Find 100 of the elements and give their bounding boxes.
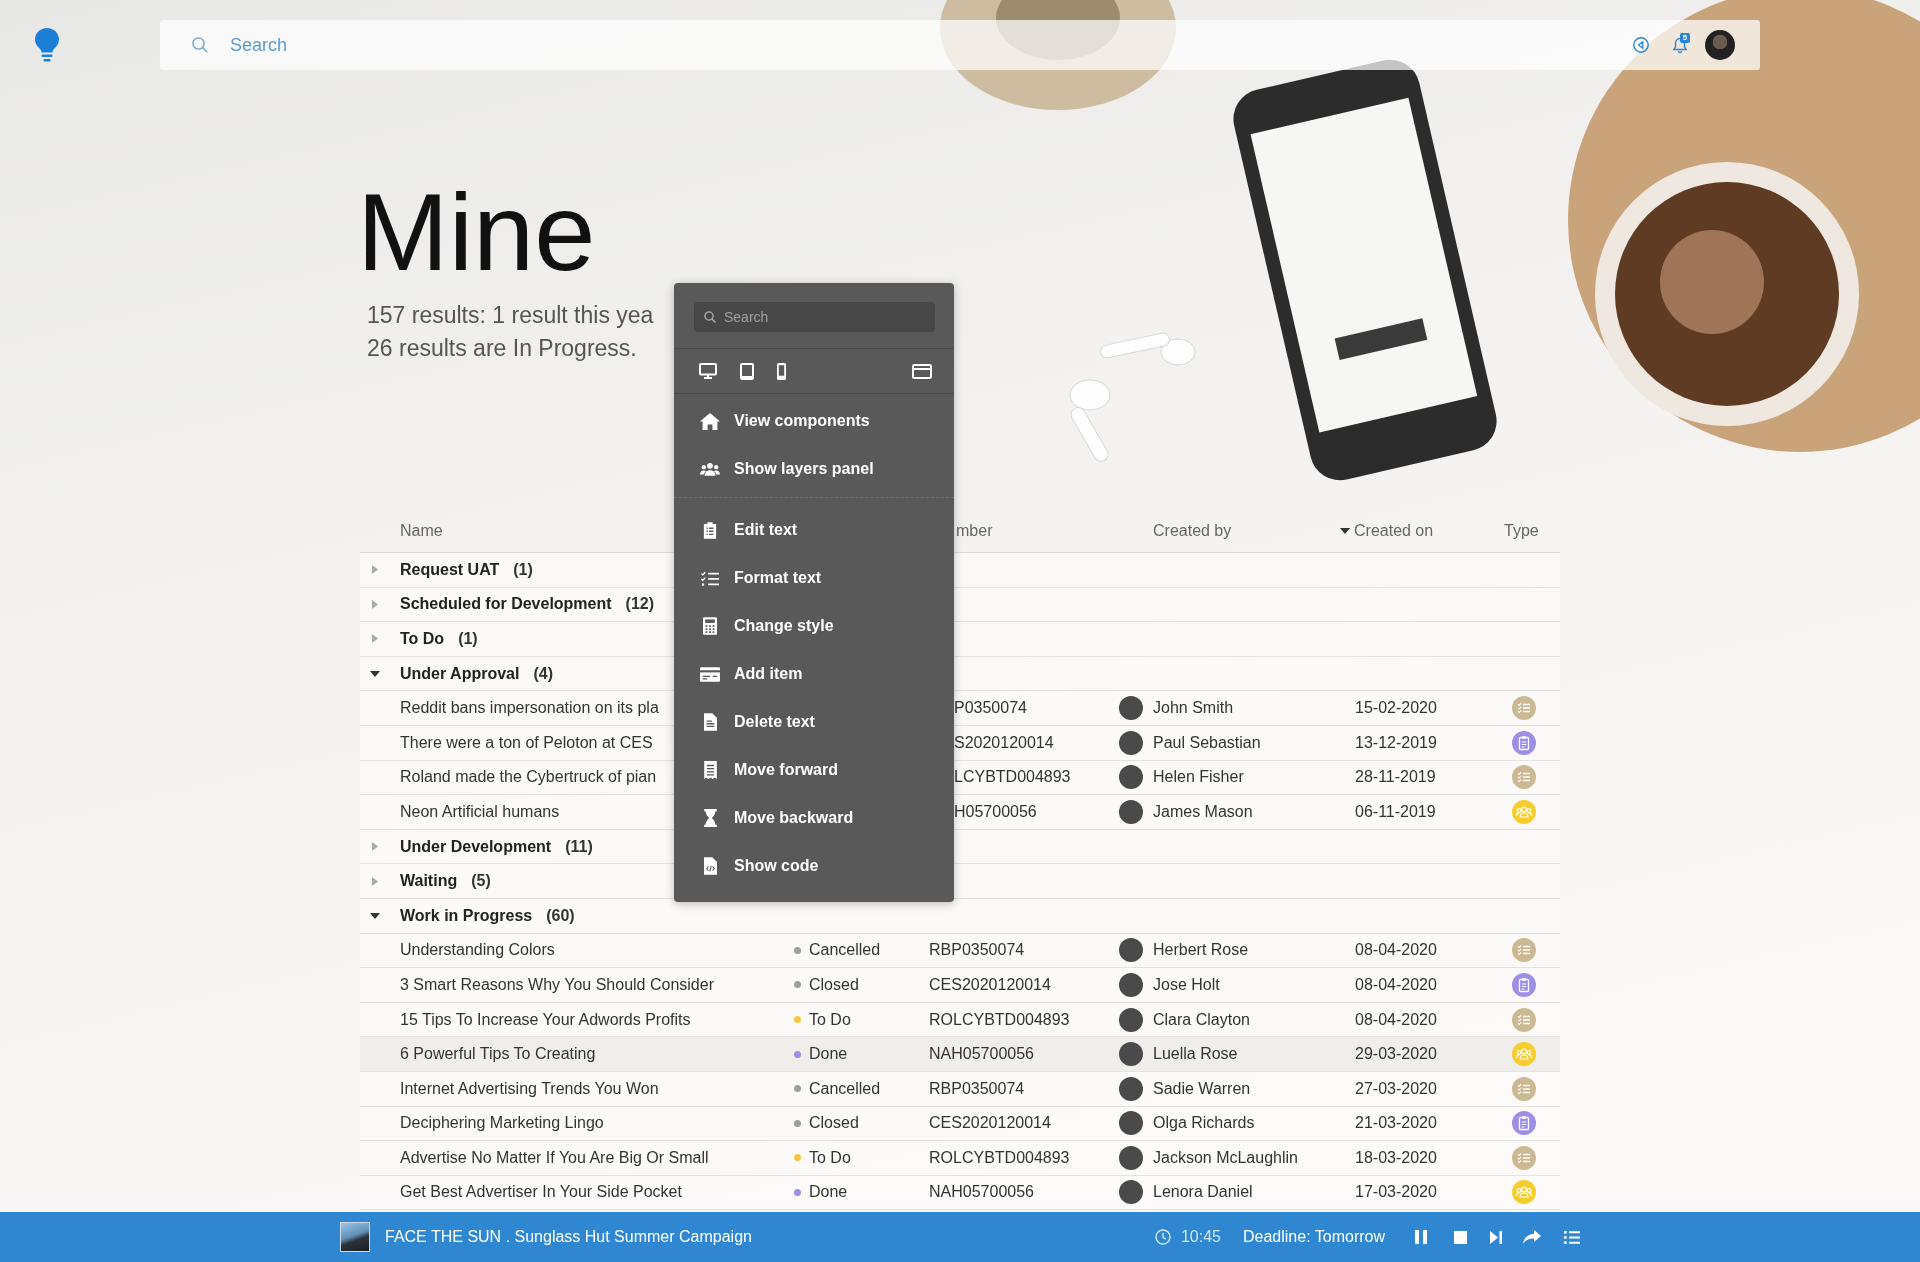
avatar	[1119, 1111, 1143, 1136]
search-field[interactable]: Search	[694, 302, 935, 332]
group-label: Scheduled for Development	[400, 595, 612, 614]
created-date: 29-03-2020	[1355, 1045, 1437, 1064]
user-avatar[interactable]	[1705, 30, 1735, 60]
table-row[interactable]: Deciphering Marketing Lingo Closed CES2020120014 Olga Richards 21-03-2020	[360, 1106, 1560, 1142]
task-title: Deciphering Marketing Lingo	[400, 1114, 604, 1133]
creator-name: Paul Sebastian	[1153, 733, 1261, 752]
monitor-icon[interactable]	[699, 363, 717, 379]
code-file-icon	[703, 857, 717, 875]
tablet-icon[interactable]	[740, 362, 754, 380]
caret-right-icon[interactable]	[372, 634, 378, 644]
status-label: Closed	[809, 975, 859, 994]
avatar	[1119, 938, 1143, 963]
pause-icon[interactable]	[1415, 1230, 1427, 1244]
caret-down-icon[interactable]	[370, 670, 380, 677]
creator-name: Jose Holt	[1153, 975, 1220, 994]
caret-right-icon[interactable]	[372, 599, 378, 609]
skip-next-icon[interactable]	[1490, 1230, 1502, 1244]
window-icon[interactable]	[912, 363, 932, 379]
phone-icon[interactable]	[777, 362, 786, 380]
caret-right-icon[interactable]	[372, 565, 378, 575]
task-number: H05700056	[954, 802, 1037, 821]
creator-name: Luella Rose	[1153, 1045, 1238, 1064]
table-row[interactable]: Internet Advertising Trends You Won Cancelled RBP0350074 Sadie Warren 27-03-2020	[360, 1071, 1560, 1107]
task-title: Neon Artificial humans	[400, 802, 560, 821]
task-number: ROLCYBTD004893	[929, 1148, 1070, 1167]
column-header[interactable]: Created by	[1153, 521, 1232, 540]
search-icon	[192, 37, 208, 53]
creator-name: James Mason	[1153, 802, 1253, 821]
status-label: Closed	[809, 1114, 859, 1133]
caret-right-icon[interactable]	[372, 842, 378, 852]
avatar	[1119, 696, 1143, 721]
task-number: RBP0350074	[929, 1079, 1025, 1098]
bell-icon[interactable]	[1672, 36, 1688, 54]
caret-right-icon[interactable]	[372, 876, 378, 886]
status-label: To Do	[809, 1010, 851, 1029]
task-title: Reddit bans impersonation on its pla	[400, 699, 659, 718]
creator-name: Olga Richards	[1153, 1114, 1255, 1133]
avatar	[1119, 1076, 1143, 1101]
created-date: 15-02-2020	[1355, 699, 1437, 718]
page-title: Mine	[357, 177, 596, 287]
created-date: 27-03-2020	[1355, 1079, 1437, 1098]
task-number: NAH05700056	[929, 1183, 1034, 1202]
created-date: 13-12-2019	[1355, 733, 1437, 752]
task-title: Roland made the Cybertruck of pian	[400, 768, 657, 787]
table-row[interactable]: Get Best Advertiser In Your Side Pocket Done NAH05700056 Lenora Daniel 17-03-2020	[360, 1175, 1560, 1211]
menu-item[interactable]: Show layers panel	[674, 445, 954, 493]
group-count: (11)	[565, 837, 593, 856]
status-label: Cancelled	[809, 941, 881, 960]
created-date: 28-11-2019	[1355, 768, 1436, 787]
group-label: Work in Progress	[400, 906, 533, 925]
light-bulb-logo-icon[interactable]	[35, 28, 59, 62]
column-header[interactable]: Created on	[1340, 521, 1434, 540]
caret-down-icon[interactable]	[370, 912, 380, 919]
group-count: (4)	[533, 664, 553, 683]
group-label: To Do	[400, 630, 445, 648]
status-label: To Do	[809, 1148, 851, 1167]
table-row[interactable]: 15 Tips To Increase Your Adwords Profits To Do ROLCYBTD004893 Clara Clayton 08-04-2020	[360, 1002, 1560, 1038]
task-title: 15 Tips To Increase Your Adwords Profits	[400, 1010, 691, 1029]
menu-item[interactable]: Edit text	[674, 506, 954, 554]
creator-name: Sadie Warren	[1153, 1079, 1251, 1098]
task-title: There were a ton of Peloton at CES	[400, 733, 653, 752]
home-icon	[700, 412, 720, 430]
table-row[interactable]: Advertise No Matter If You Are Big Or Small To Do ROLCYBTD004893 Jackson McLaughlin 18-03-2020	[360, 1141, 1560, 1176]
task-number: NAH05700056	[929, 1045, 1034, 1064]
task-number: S2020120014	[954, 733, 1054, 752]
group-row[interactable]: Work in Progress (60)	[360, 898, 1560, 934]
list-icon[interactable]	[1564, 1230, 1580, 1244]
menu-item[interactable]: View components	[674, 397, 954, 445]
status-label: Cancelled	[809, 1079, 881, 1098]
column-header[interactable]: Type	[1504, 521, 1539, 540]
avatar	[1119, 972, 1143, 997]
table-row[interactable]: 6 Powerful Tips To Creating Done NAH05700056 Luella Rose 29-03-2020	[360, 1037, 1560, 1072]
people-icon	[700, 462, 720, 476]
stop-icon[interactable]	[1454, 1230, 1467, 1244]
group-count: (1)	[458, 630, 478, 648]
search-field[interactable]: Search	[230, 32, 1620, 58]
receipt-icon	[703, 761, 717, 779]
table-row[interactable]: 3 Smart Reasons Why You Should Consider Closed CES2020120014 Jose Holt 08-04-2020	[360, 968, 1560, 1003]
column-header[interactable]: mber	[956, 521, 993, 540]
table-row[interactable]: Understanding Colors Cancelled RBP0350074 Herbert Rose 08-04-2020	[360, 933, 1560, 969]
column-header[interactable]: Name	[400, 521, 443, 540]
deadline-label: Deadline: Tomorrow	[1243, 1228, 1385, 1246]
created-date: 17-03-2020	[1355, 1183, 1437, 1202]
task-number: CES2020120014	[929, 1114, 1051, 1133]
search-bar[interactable]: Search 5	[160, 20, 1760, 70]
campaign-title: FACE THE SUN . Sunglass Hut Summer Campaign	[385, 1228, 752, 1246]
avatar	[1119, 1145, 1143, 1170]
avatar	[1119, 1180, 1143, 1205]
creator-name: John Smith	[1153, 699, 1234, 718]
group-count: (1)	[513, 560, 533, 579]
group-count: (60)	[546, 906, 575, 925]
created-date: 08-04-2020	[1355, 941, 1437, 960]
created-date: 08-04-2020	[1355, 975, 1437, 994]
task-title: Advertise No Matter If You Are Big Or Small	[400, 1148, 709, 1167]
status-label: Done	[809, 1183, 848, 1202]
clipboard-icon	[703, 521, 717, 539]
share-icon[interactable]	[1523, 1230, 1541, 1244]
task-title: Get Best Advertiser In Your Side Pocket	[400, 1183, 682, 1202]
